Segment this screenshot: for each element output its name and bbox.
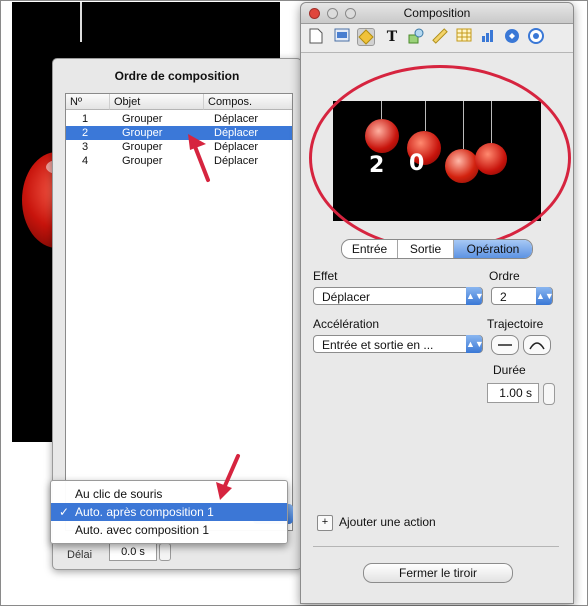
delay-stepper[interactable] <box>159 543 171 561</box>
tab-action[interactable]: Opération <box>454 240 532 258</box>
table-row-selected[interactable]: 2 Grouper Déplacer <box>66 126 292 140</box>
row-number: 4 <box>82 155 89 167</box>
checkmark-icon: ✓ <box>59 505 70 519</box>
close-drawer-button[interactable]: Fermer le tiroir <box>363 563 513 583</box>
chevron-updown-icon: ▲▼ <box>466 335 484 353</box>
duration-stepper[interactable] <box>543 383 555 405</box>
annotation-ellipse <box>309 65 571 251</box>
row-number: 2 <box>82 127 89 139</box>
menu-item-with-build[interactable]: Auto. avec composition 1 <box>51 521 287 539</box>
row-object: Grouper <box>122 155 163 167</box>
trajectory-label: Trajectoire <box>487 317 544 331</box>
inspector-toolbar: T <box>301 24 573 53</box>
shapes-icon[interactable] <box>407 28 425 46</box>
acceleration-label: Accélération <box>313 317 380 331</box>
build-order-table[interactable]: Nº Objet Compos. 1 Grouper Déplacer 2 Gr… <box>65 93 293 531</box>
build-inspector-window: Composition T 2 0 Entrée Sortie Opératio… <box>300 2 574 604</box>
table-row[interactable]: 3 Grouper Déplacer <box>66 140 292 154</box>
menu-item-label: Auto. avec composition 1 <box>75 523 210 537</box>
start-build-menu: Au clic de souris ✓ Auto. après composit… <box>50 480 288 544</box>
row-build: Déplacer <box>214 141 259 153</box>
duration-label: Durée <box>493 363 526 377</box>
table-icon[interactable] <box>455 28 473 46</box>
menu-item-after-build[interactable]: ✓ Auto. après composition 1 <box>51 503 287 521</box>
row-object: Grouper <box>122 113 163 125</box>
row-object: Grouper <box>122 127 163 139</box>
add-action-button[interactable]: + <box>317 515 333 531</box>
close-window-icon[interactable] <box>309 8 320 19</box>
text-icon[interactable]: T <box>383 28 401 46</box>
zoom-window-icon[interactable] <box>345 8 356 19</box>
tab-build-out[interactable]: Sortie <box>398 240 454 258</box>
order-select[interactable]: 2 ▲▼ <box>491 287 554 305</box>
chevron-updown-icon: ▲▼ <box>466 287 484 305</box>
build-order-title: Ordre de composition <box>114 69 240 83</box>
order-label: Ordre <box>489 269 520 283</box>
menu-item-label: Auto. après composition 1 <box>75 505 214 519</box>
chevron-updown-icon: ▲▼ <box>536 287 554 305</box>
column-header-object[interactable]: Objet <box>110 94 204 110</box>
table-row[interactable]: 4 Grouper Déplacer <box>66 154 292 168</box>
column-header-build[interactable]: Compos. <box>204 94 292 110</box>
hyperlink-icon[interactable] <box>503 28 521 46</box>
quicktime-icon[interactable] <box>527 28 545 46</box>
effect-label: Effet <box>313 269 338 283</box>
layout-icon[interactable] <box>333 28 351 46</box>
build-icon[interactable] <box>357 28 375 46</box>
trajectory-curved-icon[interactable] <box>523 335 551 355</box>
row-number: 1 <box>82 113 89 125</box>
row-number: 3 <box>82 141 89 153</box>
order-value: 2 <box>500 290 507 304</box>
acceleration-value: Entrée et sortie en ... <box>322 338 434 352</box>
inspector-title: Composition <box>403 6 471 20</box>
row-object: Grouper <box>122 141 163 153</box>
trajectory-straight-icon[interactable] <box>491 335 519 355</box>
delay-field[interactable]: 0.0 s <box>109 543 157 561</box>
table-row[interactable]: 1 Grouper Déplacer <box>66 112 292 126</box>
effect-value: Déplacer <box>322 290 371 304</box>
acceleration-select[interactable]: Entrée et sortie en ... ▲▼ <box>313 335 484 353</box>
build-tabs: Entrée Sortie Opération <box>341 239 533 259</box>
duration-field[interactable]: 1.00 s <box>487 383 539 403</box>
menu-item-label: Au clic de souris <box>75 487 163 501</box>
row-build: Déplacer <box>214 113 259 125</box>
add-action-label: Ajouter une action <box>339 515 436 529</box>
inspector-title-bar[interactable]: Composition <box>301 3 573 24</box>
chart-icon[interactable] <box>479 28 497 46</box>
annotation-arrow-icon <box>188 134 210 182</box>
document-icon[interactable] <box>307 28 325 46</box>
column-header-number[interactable]: Nº <box>66 94 110 110</box>
slide-guide-line <box>80 2 82 42</box>
delay-label: Délai <box>67 549 93 561</box>
row-build: Déplacer <box>214 127 259 139</box>
divider <box>313 546 559 547</box>
minimize-window-icon[interactable] <box>327 8 338 19</box>
tab-build-in[interactable]: Entrée <box>342 240 398 258</box>
effect-select[interactable]: Déplacer ▲▼ <box>313 287 484 305</box>
row-build: Déplacer <box>214 155 259 167</box>
annotation-arrow-icon <box>216 454 240 500</box>
metrics-icon[interactable] <box>431 28 449 46</box>
menu-item-on-click[interactable]: Au clic de souris <box>51 485 287 503</box>
